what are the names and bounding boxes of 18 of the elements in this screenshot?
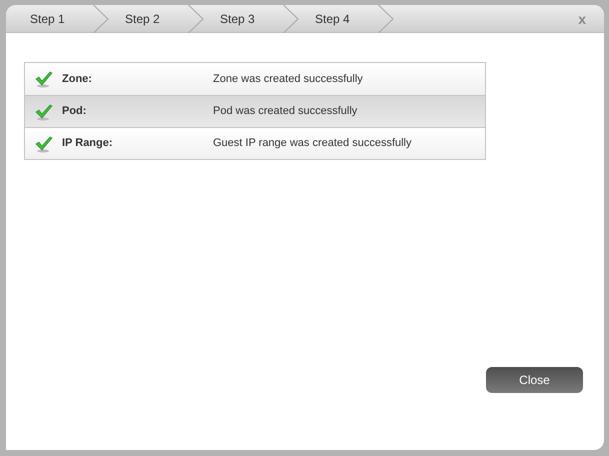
- step-tab[interactable]: Step 2: [101, 5, 188, 32]
- step-tab[interactable]: Step 1: [6, 5, 93, 32]
- chevron-divider-icon: [93, 5, 109, 33]
- checkmark-icon: [35, 102, 53, 120]
- chevron-divider-icon: [378, 5, 394, 33]
- result-message: Pod was created successfully: [213, 104, 358, 120]
- result-message: Guest IP range was created successfully: [213, 136, 412, 152]
- chevron-divider-icon: [188, 5, 204, 33]
- step-tab[interactable]: Step 4: [291, 5, 378, 32]
- result-label: IP Range:: [62, 136, 114, 152]
- checkmark-icon: [35, 70, 53, 88]
- result-label: Pod:: [62, 104, 88, 120]
- chevron-divider-icon: [283, 5, 299, 33]
- checkmark-icon: [35, 134, 53, 152]
- result-message: Zone was created successfully: [213, 72, 363, 87]
- close-button[interactable]: Close: [486, 367, 583, 393]
- result-label: Zone:: [62, 72, 93, 87]
- step-tab[interactable]: Step 3: [196, 5, 283, 32]
